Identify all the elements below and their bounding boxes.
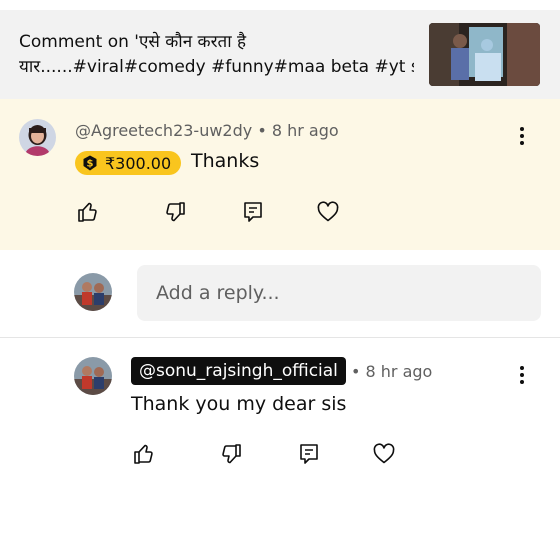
more-vert-icon[interactable]	[514, 124, 530, 148]
add-reply-placeholder: Add a reply...	[156, 282, 280, 304]
my-avatar[interactable]	[74, 273, 112, 311]
video-title-line-2: यार......#viral#comedy #funny#maa beta #…	[19, 57, 414, 77]
reply-author-avatar[interactable]	[74, 357, 112, 395]
more-vert-icon[interactable]	[514, 363, 530, 387]
super-thanks-badge: $ ₹300.00	[75, 151, 182, 175]
comment-author[interactable]: @Agreetech23-uw2dy	[75, 121, 252, 140]
heart-icon[interactable]	[372, 442, 396, 466]
svg-text:$: $	[87, 159, 94, 170]
super-thanks-amount: ₹300.00	[105, 153, 172, 173]
thumb-down-icon[interactable]	[219, 442, 243, 466]
add-reply-input[interactable]: Add a reply...	[137, 265, 541, 321]
video-title: Comment on 'एसे कौन करता है यार......#vi…	[19, 30, 414, 80]
reply-text: Thank you my dear sis	[131, 393, 347, 415]
reply-author-handle[interactable]: @sonu_rajsingh_official	[131, 357, 346, 385]
divider	[0, 337, 560, 338]
commenter-avatar[interactable]	[19, 119, 56, 156]
comment-meta: @Agreetech23-uw2dy • 8 hr ago	[75, 121, 339, 140]
comment-text: Thanks	[191, 150, 260, 172]
video-thumbnail[interactable]	[429, 23, 540, 86]
thumb-up-icon[interactable]	[76, 200, 100, 224]
comment-context-header: Comment on 'एसे कौन करता है यार......#vi…	[0, 10, 560, 99]
reply-icon[interactable]	[241, 200, 265, 224]
reply-author: @sonu_rajsingh_official	[139, 361, 338, 381]
thumb-up-icon[interactable]	[132, 442, 156, 466]
reply-icon[interactable]	[297, 442, 321, 466]
reply-time: • 8 hr ago	[351, 362, 433, 381]
heart-icon[interactable]	[316, 200, 340, 224]
highlighted-comment: @Agreetech23-uw2dy • 8 hr ago $ ₹300.00 …	[0, 99, 560, 250]
super-thanks-icon: $	[83, 155, 97, 171]
video-title-line-1: Comment on 'एसे कौन करता है	[19, 32, 247, 52]
thumb-down-icon[interactable]	[163, 200, 187, 224]
comment-time: • 8 hr ago	[257, 121, 339, 140]
